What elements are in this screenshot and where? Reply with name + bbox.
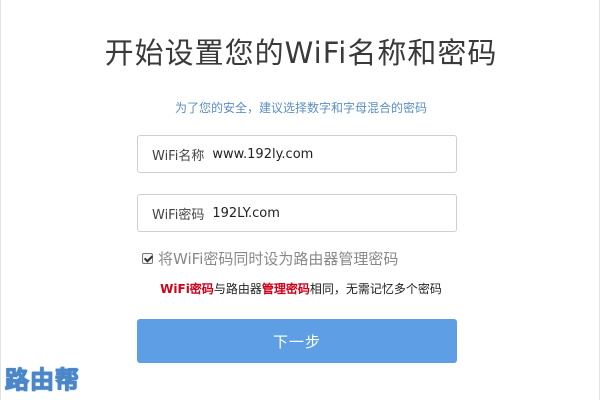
sync-checkbox[interactable] [142,253,153,264]
wifi-setup-page: 开始设置您的WiFi名称和密码 为了您的安全，建议选择数字和字母混合的密码 Wi… [0,0,600,400]
note-text-2: 相同，无需记忆多个密码 [309,282,442,296]
wifi-password-value[interactable]: 192LY.com [212,206,280,221]
sync-checkbox-label: 将WiFi密码同时设为路由器管理密码 [158,250,399,268]
wifi-name-value[interactable]: www.192ly.com [212,147,313,162]
sync-admin-password-option[interactable]: 将WiFi密码同时设为路由器管理密码 [142,248,398,269]
wifi-name-label: WiFi名称 [152,148,205,164]
page-title: 开始设置您的WiFi名称和密码 [104,36,498,70]
next-step-button[interactable]: 下一步 [137,319,457,363]
wifi-password-field[interactable]: WiFi密码 192LY.com [137,194,457,232]
password-note: WiFi密码与路由器管理密码相同，无需记忆多个密码 [1,280,600,297]
note-wifi-password: WiFi密码 [160,282,214,296]
watermark-logo: 路由帮 [5,366,80,395]
note-admin-password: 管理密码 [261,282,310,296]
note-text-1: 与路由器 [213,282,262,296]
security-hint: 为了您的安全，建议选择数字和字母混合的密码 [174,101,427,115]
wifi-name-field[interactable]: WiFi名称 www.192ly.com [137,135,457,173]
wifi-password-label: WiFi密码 [152,207,205,223]
